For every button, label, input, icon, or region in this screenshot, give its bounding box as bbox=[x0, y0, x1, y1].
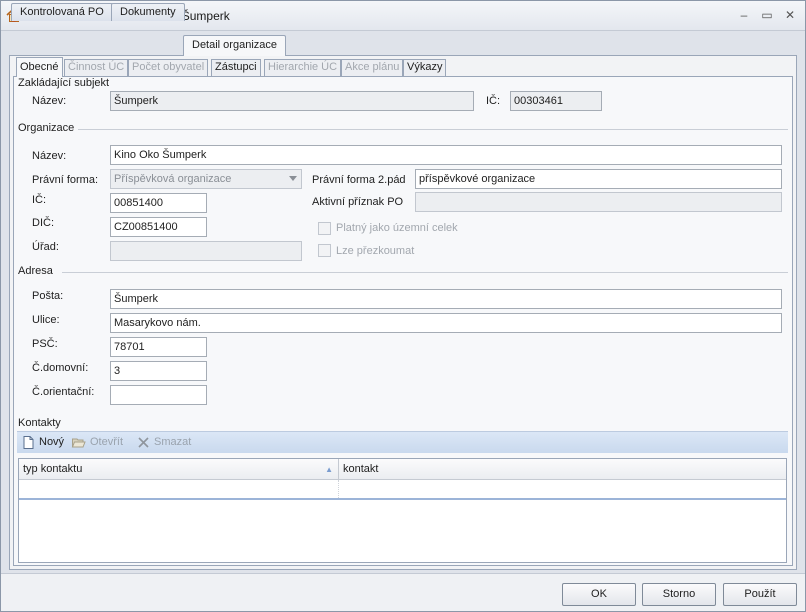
column-typ-kontaktu-label: typ kontaktu bbox=[23, 463, 83, 475]
zakladajici-nazev-label: Název: bbox=[32, 95, 67, 107]
urad-label: Úřad: bbox=[32, 241, 59, 253]
tab-pocet-obyvatel: Počet obyvatel bbox=[128, 59, 209, 76]
apply-button[interactable]: Použít bbox=[723, 583, 797, 606]
new-document-icon bbox=[23, 436, 34, 449]
maximize-button[interactable]: ▭ bbox=[758, 7, 776, 23]
kontakty-grid: typ kontaktu ▲ kontakt bbox=[18, 458, 787, 563]
aktivni-priznak-field bbox=[415, 192, 782, 212]
dic-field[interactable]: CZ00851400 bbox=[110, 217, 207, 237]
corientacni-label: Č.orientační: bbox=[32, 386, 95, 398]
column-typ-kontaktu[interactable]: typ kontaktu ▲ bbox=[19, 459, 339, 480]
kontakty-toolbar: Nový Otevřít Smazat bbox=[17, 431, 788, 453]
tab-vykazy[interactable]: Výkazy bbox=[403, 59, 447, 76]
pravni-forma2-field[interactable]: příspěvkové organizace bbox=[415, 169, 782, 189]
tab-zastupci[interactable]: Zástupci bbox=[211, 59, 261, 76]
ulice-label: Ulice: bbox=[32, 314, 60, 326]
ulice-field[interactable]: Masarykovo nám. bbox=[110, 313, 782, 333]
section-kontakty: Kontakty bbox=[18, 417, 61, 429]
delete-icon bbox=[138, 437, 149, 448]
dic-label: DIČ: bbox=[32, 217, 54, 229]
tab-akce-planu: Akce plánu bbox=[341, 59, 404, 76]
organizace-nazev-field[interactable]: Kino Oko Šumperk bbox=[110, 145, 782, 165]
urad-field bbox=[110, 241, 302, 261]
open-button: Otevřít bbox=[90, 436, 124, 448]
pravni-forma-select: Příspěvková organizace bbox=[110, 169, 302, 189]
close-button[interactable]: ✕ bbox=[781, 7, 799, 23]
tab-cinnost-uc: Činnost ÚC bbox=[64, 59, 129, 76]
section-adresa: Adresa bbox=[18, 265, 53, 277]
tab-hierarchie-uc: Hierarchie ÚC bbox=[264, 59, 342, 76]
aktivni-priznak-label: Aktivní příznak PO bbox=[312, 196, 404, 208]
obecne-panel: Zakládající subjekt Název: Šumperk IČ: 0… bbox=[13, 76, 793, 566]
grid-header: typ kontaktu ▲ kontakt bbox=[19, 459, 786, 480]
detail-organizace-panel: Obecné Činnost ÚC Počet obyvatel Zástupc… bbox=[9, 55, 797, 570]
section-zakladajici-subjekt: Zakládající subjekt bbox=[18, 77, 110, 89]
new-button[interactable]: Nový bbox=[39, 436, 64, 448]
prezkoumat-checkbox bbox=[318, 244, 331, 257]
ok-button[interactable]: OK bbox=[562, 583, 636, 606]
section-organizace: Organizace bbox=[18, 122, 75, 134]
organizace-divider bbox=[78, 129, 788, 130]
column-kontakt[interactable]: kontakt bbox=[339, 459, 786, 480]
zakladajici-ic-label: IČ: bbox=[486, 95, 501, 107]
psc-label: PSČ: bbox=[32, 338, 58, 350]
delete-button: Smazat bbox=[154, 436, 192, 448]
tab-dokumenty[interactable]: Dokumenty bbox=[111, 3, 185, 21]
cdomovni-label: Č.domovní: bbox=[32, 362, 89, 374]
tab-obecne[interactable]: Obecné bbox=[16, 57, 63, 77]
psc-field[interactable]: 78701 bbox=[110, 337, 207, 357]
zakladajici-ic-field[interactable]: 00303461 bbox=[510, 91, 602, 111]
dialog-window: Kontrolovaná PO - Kino Oko Šumperk – ▭ ✕… bbox=[0, 0, 806, 612]
platny-checkbox bbox=[318, 222, 331, 235]
organizace-nazev-label: Název: bbox=[32, 150, 67, 162]
table-cell[interactable] bbox=[19, 480, 339, 498]
posta-field[interactable]: Šumperk bbox=[110, 289, 782, 309]
corientacni-field[interactable] bbox=[110, 385, 207, 405]
tab-kontrolovana-po[interactable]: Kontrolovaná PO bbox=[11, 3, 113, 21]
chevron-down-icon bbox=[289, 176, 297, 181]
organizace-ic-label: IČ: bbox=[32, 194, 47, 206]
cdomovni-field[interactable]: 3 bbox=[110, 361, 207, 381]
posta-label: Pošta: bbox=[32, 290, 64, 302]
platny-label: Platný jako územní celek bbox=[336, 222, 458, 234]
zakladajici-nazev-field[interactable]: Šumperk bbox=[110, 91, 474, 111]
minimize-button[interactable]: – bbox=[735, 7, 753, 23]
organizace-ic-field[interactable]: 00851400 bbox=[110, 193, 207, 213]
pravni-forma2-label: Právní forma 2.pád bbox=[312, 174, 406, 186]
prezkoumat-label: Lze přezkoumat bbox=[336, 245, 415, 257]
sort-ascending-icon: ▲ bbox=[325, 465, 333, 474]
tab-detail-organizace[interactable]: Detail organizace bbox=[183, 35, 286, 56]
dialog-footer: OK Storno Použít bbox=[1, 573, 805, 611]
table-row[interactable] bbox=[19, 480, 786, 500]
pravni-forma-value: Příspěvková organizace bbox=[114, 173, 232, 185]
pravni-forma-label: Právní forma: bbox=[32, 174, 99, 186]
adresa-divider bbox=[62, 272, 788, 273]
folder-open-icon bbox=[71, 438, 86, 448]
cancel-button[interactable]: Storno bbox=[642, 583, 716, 606]
